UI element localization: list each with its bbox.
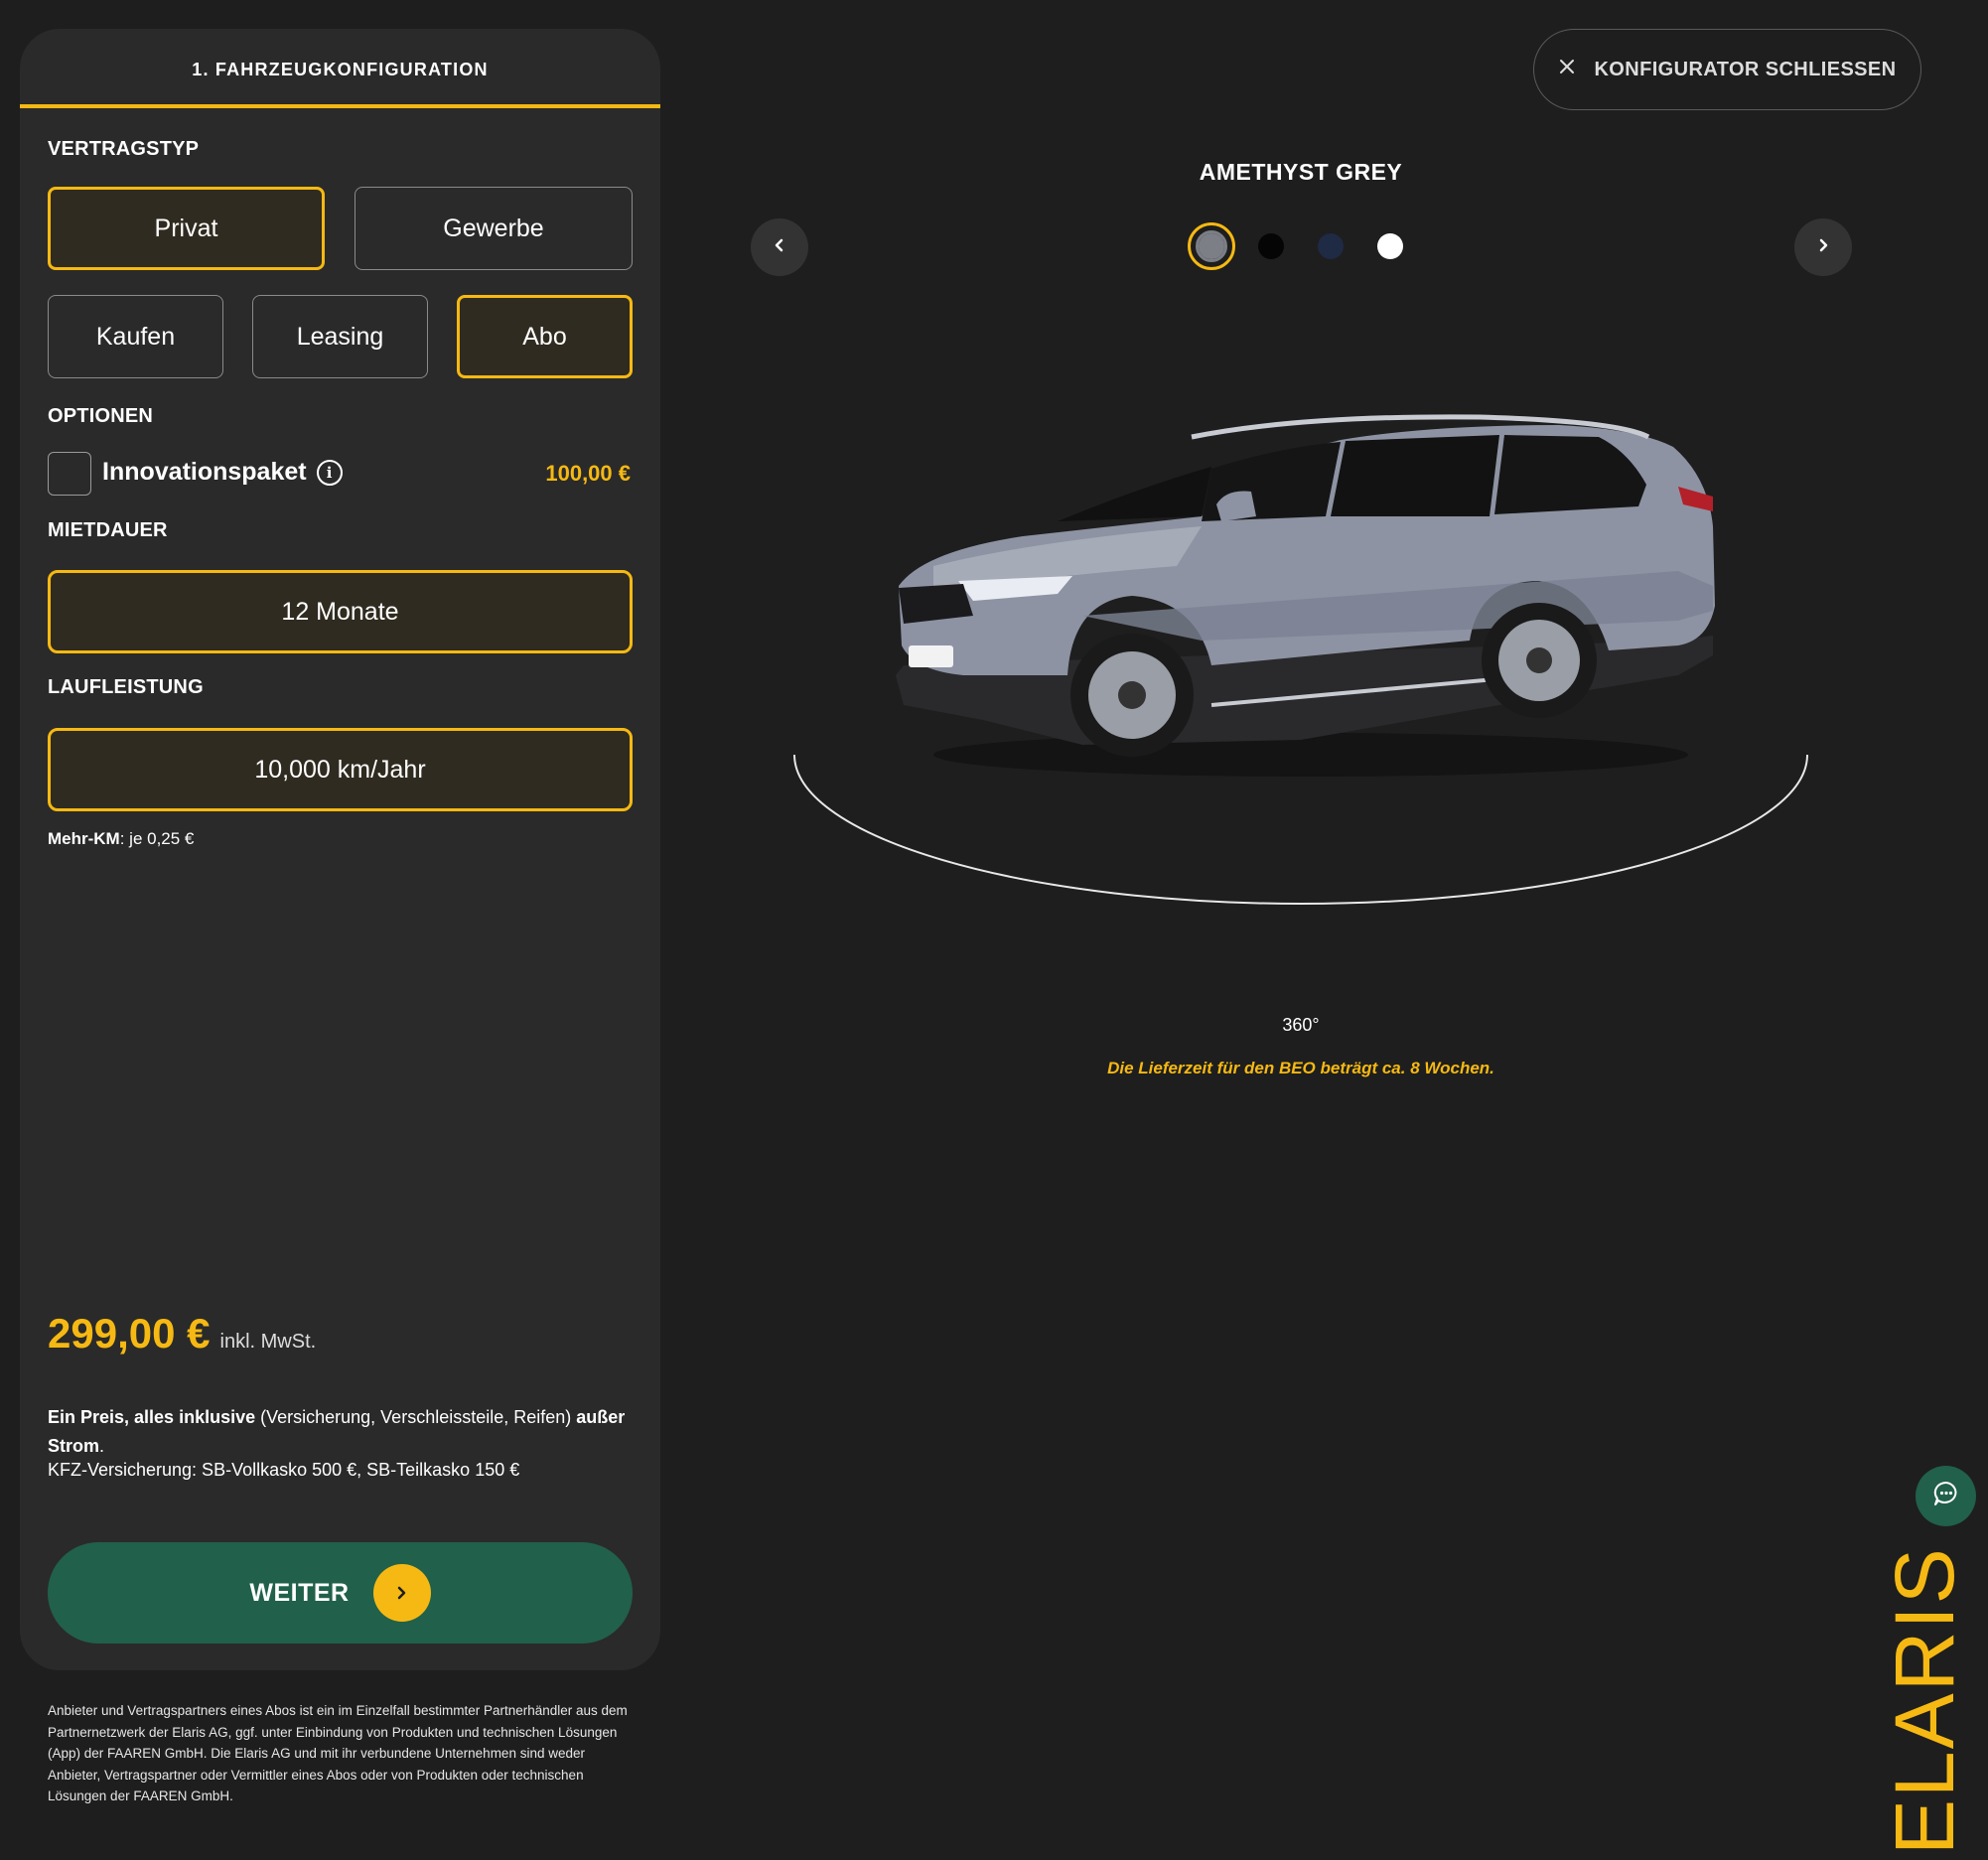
close-configurator-button[interactable]: KONFIGURATOR SCHLIESSEN — [1533, 29, 1921, 110]
close-icon — [1558, 58, 1576, 81]
inclusive-bold-1: Ein Preis, alles inklusive — [48, 1407, 256, 1427]
weiter-button[interactable]: WEITER — [48, 1542, 633, 1644]
customer-type-gewerbe-button[interactable]: Gewerbe — [355, 187, 633, 270]
mietdauer-label: MIETDAUER — [48, 519, 168, 541]
delivery-note: Die Lieferzeit für den BEO beträgt ca. 8… — [1107, 1059, 1494, 1077]
prev-color-button[interactable] — [751, 218, 808, 276]
color-swatch-blue[interactable] — [1318, 233, 1344, 259]
color-swatch-white[interactable] — [1377, 233, 1403, 259]
car-image — [896, 414, 1715, 757]
next-color-button[interactable] — [1794, 218, 1852, 276]
car-shadow — [933, 733, 1688, 777]
configuration-panel: 1. FAHRZEUGKONFIGURATION VERTRAGSTYP Pri… — [20, 29, 660, 1670]
close-label: KONFIGURATOR SCHLIESSEN — [1594, 58, 1897, 80]
info-icon[interactable]: i — [316, 459, 343, 486]
car-360-viewer[interactable] — [784, 377, 1827, 933]
legal-disclaimer: Anbieter und Vertragspartners eines Abos… — [48, 1703, 628, 1803]
chevron-left-icon — [772, 237, 787, 258]
vertragstyp-label: VERTRAGSTYP — [48, 138, 200, 160]
optionen-label: OPTIONEN — [48, 405, 154, 427]
total-price: 299,00 € — [48, 1310, 211, 1357]
contract-leasing-button[interactable]: Leasing — [252, 295, 428, 378]
contract-kaufen-button[interactable]: Kaufen — [48, 295, 223, 378]
price-tax-note: inkl. MwSt. — [219, 1331, 317, 1353]
color-swatch-black[interactable] — [1258, 233, 1284, 259]
option-price: 100,00 € — [545, 461, 631, 486]
inclusive-text: Ein Preis, alles inklusive (Versicherung… — [48, 1403, 643, 1461]
innovationspaket-checkbox[interactable] — [48, 452, 91, 496]
color-swatch-amethyst-grey[interactable] — [1196, 230, 1227, 262]
chat-button[interactable] — [1916, 1466, 1976, 1526]
innovationspaket-option: Innovationspaket i — [102, 458, 343, 487]
laufleistung-select[interactable]: 10,000 km/Jahr — [48, 728, 633, 811]
chat-icon — [1931, 1479, 1961, 1513]
contract-abo-button[interactable]: Abo — [457, 295, 633, 378]
chevron-right-icon — [372, 1564, 431, 1622]
mehr-km-info: Mehr-KM: je 0,25 € — [48, 829, 194, 849]
turntable-ring — [793, 754, 1808, 905]
inclusive-text-1: (Versicherung, Verschleissteile, Reifen) — [255, 1407, 577, 1427]
mehr-km-label: Mehr-KM — [48, 829, 120, 848]
elaris-logo: ELARIS — [1878, 1546, 1971, 1855]
rotation-label: 360° — [1282, 1015, 1320, 1035]
mehr-km-value: : je 0,25 € — [119, 829, 195, 848]
step-header: 1. FAHRZEUGKONFIGURATION — [20, 29, 660, 108]
mietdauer-select[interactable]: 12 Monate — [48, 570, 633, 653]
price-row: 299,00 € inkl. MwSt. — [48, 1310, 316, 1358]
insurance-text: KFZ-Versicherung: SB-Vollkasko 500 €, SB… — [48, 1460, 520, 1480]
weiter-label: WEITER — [249, 1578, 350, 1607]
color-name: AMETHYST GREY — [1199, 159, 1403, 185]
chevron-right-icon — [1815, 237, 1831, 258]
option-name: Innovationspaket — [102, 458, 307, 486]
inclusive-text-2: . — [99, 1436, 105, 1456]
customer-type-privat-button[interactable]: Privat — [48, 187, 325, 270]
laufleistung-label: LAUFLEISTUNG — [48, 676, 204, 698]
